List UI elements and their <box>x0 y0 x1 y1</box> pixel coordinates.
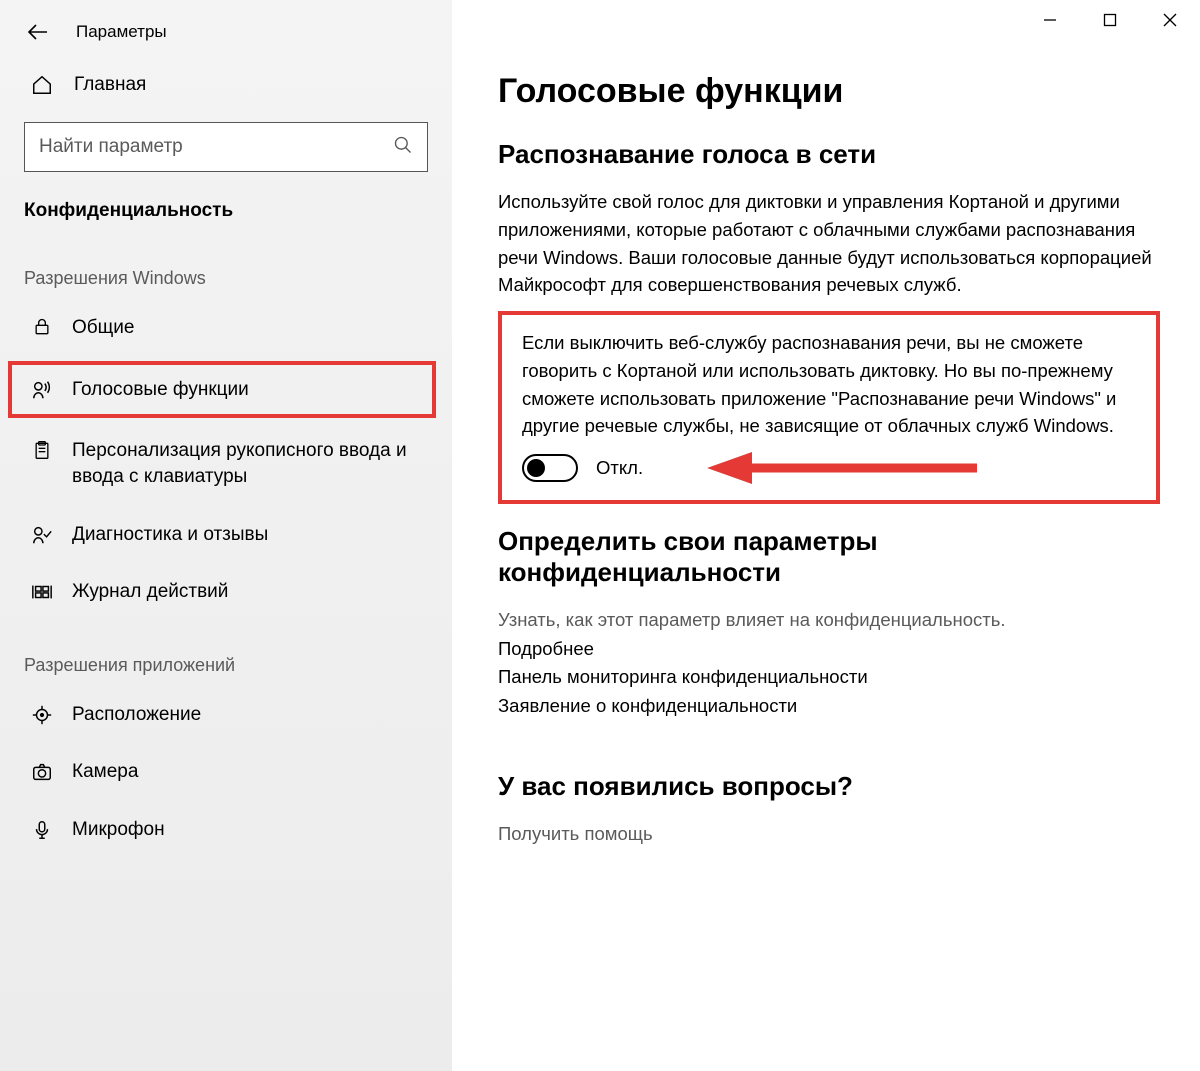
sidebar-item-label: Микрофон <box>72 817 165 843</box>
window-title: Параметры <box>76 22 167 42</box>
highlight-annotation: Если выключить веб-службу распознавания … <box>498 311 1160 504</box>
sidebar-item-label: Голосовые функции <box>72 377 249 403</box>
link-more[interactable]: Подробнее <box>498 635 1160 664</box>
sidebar-item-inking[interactable]: Персонализация рукописного ввода и ввода… <box>0 422 452 505</box>
section-heading-questions: У вас появились вопросы? <box>498 771 1160 802</box>
search-input-wrapper[interactable] <box>24 122 428 172</box>
sidebar-item-camera[interactable]: Камера <box>0 743 452 801</box>
home-icon <box>30 74 54 96</box>
sidebar-item-label: Журнал действий <box>72 579 228 605</box>
location-icon <box>30 704 54 726</box>
description-text: Используйте свой голос для диктовки и уп… <box>498 188 1160 299</box>
speech-toggle[interactable] <box>522 454 578 482</box>
arrow-annotation <box>702 448 982 488</box>
camera-icon <box>30 761 54 783</box>
section-heading-online: Распознавание голоса в сети <box>498 139 1160 170</box>
link-statement[interactable]: Заявление о конфиденциальности <box>498 692 1160 721</box>
sidebar-item-diagnostics[interactable]: Диагностика и отзывы <box>0 506 452 564</box>
content-pane: Голосовые функции Распознавание голоса в… <box>452 0 1200 1071</box>
group-heading-apps: Разрешения приложений <box>0 621 452 686</box>
sidebar-item-label: Камера <box>72 759 138 785</box>
page-title: Голосовые функции <box>498 72 1160 111</box>
link-help[interactable]: Получить помощь <box>498 820 1160 849</box>
lock-icon <box>30 317 54 337</box>
sidebar-item-label: Расположение <box>72 702 201 728</box>
warning-text: Если выключить веб-службу распознавания … <box>522 329 1136 440</box>
timeline-icon <box>30 581 54 603</box>
privacy-subtext: Узнать, как этот параметр влияет на конф… <box>498 606 1160 635</box>
microphone-icon <box>30 819 54 841</box>
sidebar-item-label: Общие <box>72 315 134 341</box>
section-heading-privacy: Определить свои параметры конфиденциальн… <box>498 526 1160 588</box>
home-label: Главная <box>74 74 146 96</box>
back-button[interactable] <box>24 18 52 46</box>
search-icon <box>383 135 413 160</box>
sidebar-item-microphone[interactable]: Микрофон <box>0 801 452 859</box>
speech-icon <box>30 379 54 401</box>
sidebar-item-location[interactable]: Расположение <box>0 686 452 744</box>
sidebar-item-activity[interactable]: Журнал действий <box>0 563 452 621</box>
section-title: Конфиденциальность <box>0 194 452 246</box>
sidebar-item-label: Персонализация рукописного ввода и ввода… <box>72 438 428 489</box>
search-input[interactable] <box>39 136 383 158</box>
clipboard-icon <box>30 440 54 460</box>
home-nav[interactable]: Главная <box>0 58 452 112</box>
sidebar: Параметры Главная Конфиденциальность Раз… <box>0 0 452 1071</box>
link-dashboard[interactable]: Панель мониторинга конфиденциальности <box>498 663 1160 692</box>
toggle-label: Откл. <box>596 457 643 479</box>
sidebar-item-speech[interactable]: Голосовые функции <box>8 361 436 419</box>
feedback-icon <box>30 524 54 546</box>
sidebar-item-general[interactable]: Общие <box>0 299 452 357</box>
sidebar-item-label: Диагностика и отзывы <box>72 522 268 548</box>
group-heading-windows: Разрешения Windows <box>0 246 452 299</box>
